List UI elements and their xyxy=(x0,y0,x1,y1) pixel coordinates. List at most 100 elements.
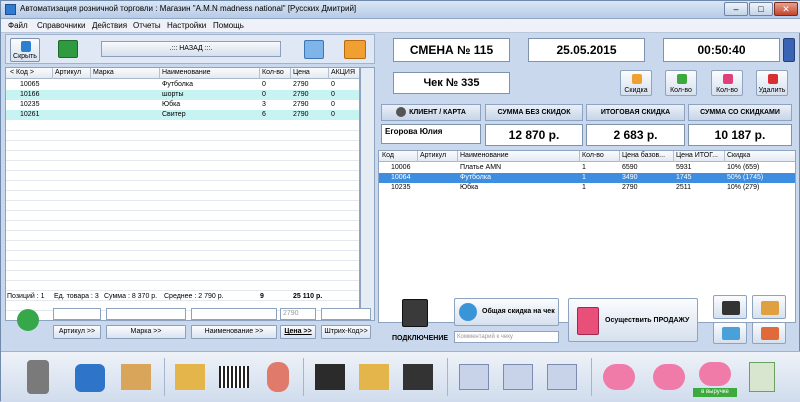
price-input[interactable]: 2790 xyxy=(280,308,316,320)
col-qty[interactable]: Кол-во xyxy=(262,69,284,76)
article-input[interactable] xyxy=(53,308,101,320)
table-row[interactable]: 10166 шорты 0 2790 0 xyxy=(6,90,359,100)
connect-label: ПОДКЛЮЧЕНИЕ xyxy=(392,335,449,342)
menu-help[interactable]: Помощь xyxy=(213,21,244,30)
col-brand[interactable]: Марка xyxy=(93,69,114,76)
cards-button[interactable] xyxy=(713,322,747,344)
col-promo[interactable]: АКЦИЯ xyxy=(331,69,355,76)
menu-actions[interactable]: Действия xyxy=(92,21,127,30)
hide-label: Скрыть xyxy=(13,53,37,60)
piggy-revenue-icon[interactable]: в выручке xyxy=(693,356,737,398)
excel-icon[interactable] xyxy=(58,40,78,58)
hide-button[interactable]: Скрыть xyxy=(10,38,40,62)
menu-settings[interactable]: Настройки xyxy=(167,21,206,30)
status-units: Ед. товара : 3 xyxy=(54,293,99,300)
subtotal-value: 12 870 р. xyxy=(485,124,583,146)
name-filter-button[interactable]: Наименование >> xyxy=(191,325,277,339)
shift-number: СМЕНА № 115 xyxy=(393,38,510,62)
report-basket-icon[interactable] xyxy=(499,356,537,398)
col-base-price[interactable]: Цена базов... xyxy=(622,152,665,159)
delete-button[interactable]: Удалить xyxy=(756,70,788,96)
wallet-button[interactable] xyxy=(713,295,747,319)
col-article[interactable]: Артикул xyxy=(420,152,446,159)
table-row[interactable]: 10261 Свитер 6 2790 0 xyxy=(6,110,359,120)
connect-button[interactable]: ПОДКЛЮЧЕНИЕ xyxy=(392,297,448,345)
report-wallet-icon[interactable] xyxy=(543,356,581,398)
col-qty[interactable]: Кол-во xyxy=(582,152,604,159)
qty-increase-button[interactable]: Кол-во xyxy=(665,70,697,96)
brand-input[interactable] xyxy=(106,308,186,320)
cancel-receipt-icon xyxy=(761,327,779,340)
revenue-label: в выручке xyxy=(693,388,737,397)
plus-icon xyxy=(677,74,687,84)
name-input[interactable] xyxy=(191,308,277,320)
close-button[interactable]: ✕ xyxy=(774,2,798,16)
receipt-header: Код Артикул Наименование Кол-во Цена баз… xyxy=(379,151,795,162)
basket-icon[interactable] xyxy=(355,356,393,398)
return-button[interactable] xyxy=(752,295,786,319)
col-discount[interactable]: Скидка xyxy=(727,152,750,159)
menu-directories[interactable]: Справочники xyxy=(37,21,85,30)
col-final-price[interactable]: Цена ИТОГ... xyxy=(676,152,718,159)
maximize-button[interactable]: □ xyxy=(749,2,773,16)
price-filter-button[interactable]: Цена >> xyxy=(280,325,316,339)
status-total: 25 110 р. xyxy=(293,293,323,300)
table-row[interactable]: 10235 Юбка 1 2790 2511 10% (279) xyxy=(379,183,795,193)
status-positions: Позиций : 1 xyxy=(7,293,45,300)
keyboard-toggle-icon[interactable] xyxy=(783,38,795,62)
col-code[interactable]: Код xyxy=(382,152,394,159)
col-price[interactable]: Цена xyxy=(293,69,310,76)
table-row[interactable]: 10235 Юбка 3 2790 0 xyxy=(6,100,359,110)
col-name[interactable]: Наименование xyxy=(162,69,211,76)
total-discount-button[interactable]: Общая скидка на чек xyxy=(454,298,559,326)
add-product-icon[interactable] xyxy=(171,356,209,398)
client-name[interactable]: Егорова Юлия xyxy=(381,124,481,144)
table-row[interactable]: 10065 Футболка 0 2790 0 xyxy=(6,80,359,90)
phone-icon[interactable] xyxy=(71,356,109,398)
menu-file[interactable]: Файл xyxy=(8,21,28,30)
status-average: Среднее : 2 790 р. xyxy=(164,293,224,300)
products-grid: < Код > Артикул Марка Наименование Кол-в… xyxy=(5,67,360,321)
products-scrollbar[interactable] xyxy=(360,67,375,321)
subtotal-header: СУММА БЕЗ СКИДОК xyxy=(485,104,583,121)
title-bar: Автоматизация розничной торговли : Магаз… xyxy=(1,1,800,19)
box-icon[interactable] xyxy=(117,356,155,398)
discount-button[interactable]: Скидка xyxy=(620,70,652,96)
article-filter-button[interactable]: Артикул >> xyxy=(53,325,101,339)
comment-input[interactable]: Комментарий к чеку xyxy=(454,331,559,343)
barcode-input[interactable] xyxy=(321,308,371,320)
discount-icon xyxy=(632,74,642,84)
percent-icon xyxy=(459,303,477,321)
refresh-arrows-icon[interactable] xyxy=(344,40,366,59)
user-icon[interactable] xyxy=(259,356,297,398)
approve-icon[interactable] xyxy=(743,356,781,398)
products-header: < Код > Артикул Марка Наименование Кол-в… xyxy=(6,68,359,79)
sell-button[interactable]: Осуществить ПРОДАЖУ xyxy=(568,298,698,342)
table-row-selected[interactable]: 10064 Футболка 1 3490 1745 50% (1745) xyxy=(379,173,795,183)
barcode-icon[interactable] xyxy=(215,356,253,398)
table-row[interactable]: 10006 Платье AMN 1 6590 5931 10% (659) xyxy=(379,163,795,173)
notebook-icon[interactable] xyxy=(311,356,349,398)
brand-filter-button[interactable]: Марка >> xyxy=(106,325,186,339)
menu-reports[interactable]: Отчеты xyxy=(133,21,161,30)
black-notebook-icon[interactable] xyxy=(399,356,437,398)
col-article[interactable]: Артикул xyxy=(55,69,81,76)
client-icon xyxy=(396,107,407,118)
qty-decrease-button[interactable]: Кол-во xyxy=(711,70,743,96)
piggy-add-icon[interactable] xyxy=(599,356,637,398)
report-edit-icon[interactable] xyxy=(455,356,493,398)
wallet-icon xyxy=(722,301,740,315)
minimize-button[interactable]: – xyxy=(724,2,748,16)
barcode-filter-button[interactable]: Штрих-Код>> xyxy=(321,325,371,339)
lock-icon[interactable] xyxy=(19,356,57,398)
col-code[interactable]: < Код > xyxy=(10,69,34,76)
col-name[interactable]: Наименование xyxy=(460,152,509,159)
refresh-icon[interactable] xyxy=(17,309,39,331)
piggy-remove-icon[interactable] xyxy=(649,356,687,398)
client-card-button[interactable]: КЛИЕНТ / КАРТА xyxy=(381,104,481,121)
back-button[interactable]: .::: НАЗАД :::. xyxy=(101,41,281,57)
app-icon xyxy=(5,4,16,15)
discount-value: 2 683 р. xyxy=(586,124,685,146)
cancel-receipt-button[interactable] xyxy=(752,322,786,344)
check-doc-icon[interactable] xyxy=(304,40,324,59)
